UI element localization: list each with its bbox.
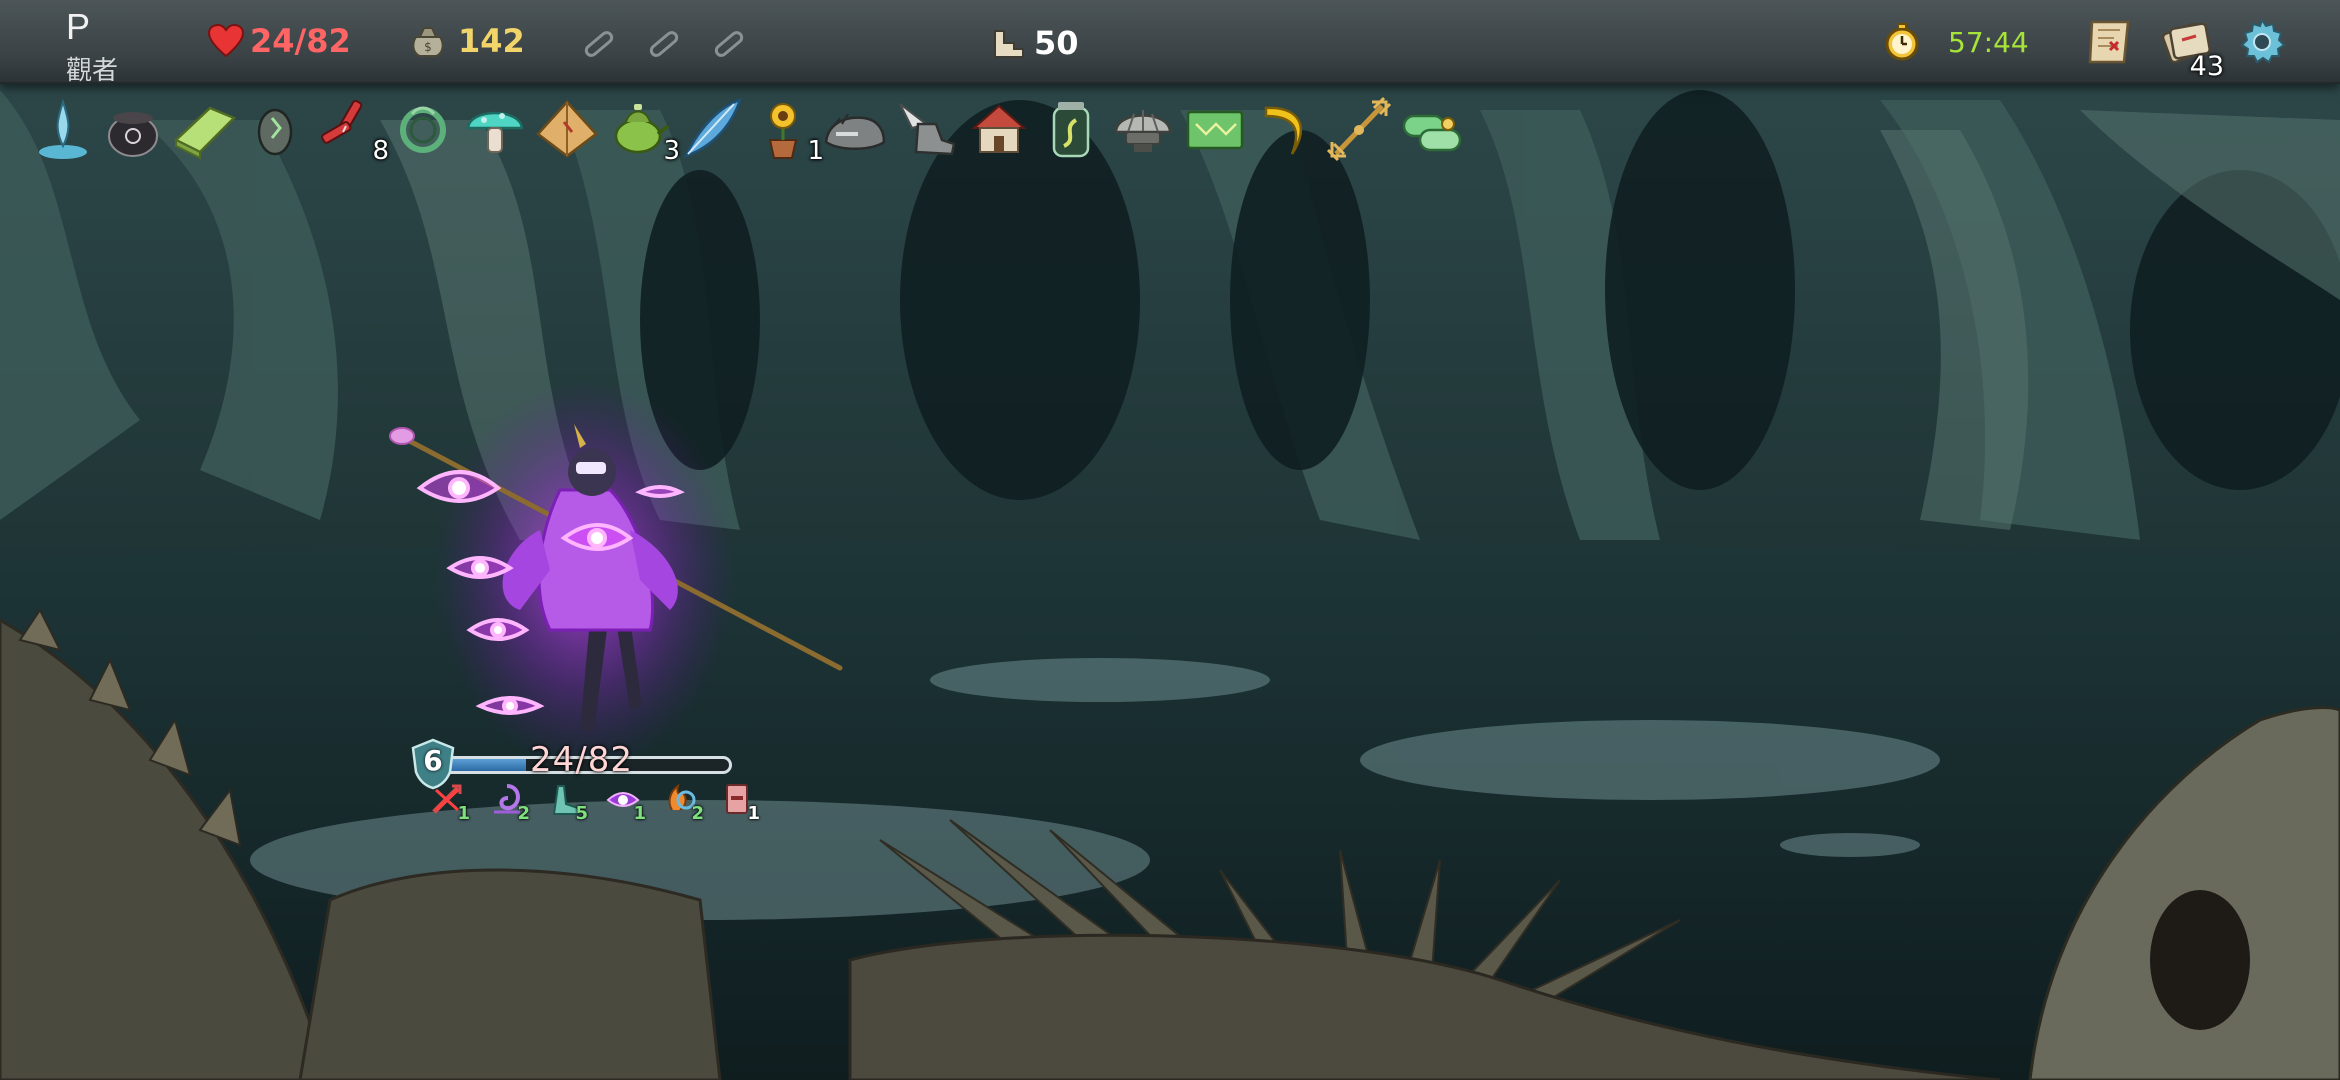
gold-display[interactable]: $ 142 bbox=[408, 22, 525, 60]
relic-1[interactable] bbox=[28, 94, 98, 164]
teal-mushroom-icon bbox=[466, 111, 524, 153]
pure-water-droplet-icon bbox=[39, 98, 87, 159]
top-status-bar: P 觀者 24/82 $ 142 50 57:44 43 bbox=[0, 0, 2340, 86]
relic-10[interactable] bbox=[676, 94, 746, 164]
svg-text:$: $ bbox=[424, 40, 432, 54]
buff-1[interactable]: 1 bbox=[430, 782, 470, 824]
settings-button[interactable] bbox=[2236, 16, 2288, 68]
stairs-icon bbox=[994, 30, 1024, 58]
hp-display[interactable]: 24/82 bbox=[208, 22, 351, 60]
black-cauldron-icon bbox=[108, 112, 158, 157]
empty-potion-slot-icon bbox=[649, 31, 679, 57]
green-card-icon bbox=[1186, 110, 1244, 150]
golden-banana-icon bbox=[1264, 106, 1303, 155]
relic-11[interactable]: 1 bbox=[748, 94, 824, 166]
potion-slot-1[interactable] bbox=[580, 26, 618, 62]
relic-13[interactable] bbox=[892, 94, 962, 164]
buff-4[interactable]: 1 bbox=[606, 782, 646, 824]
player-name: P bbox=[66, 6, 91, 47]
grey-winged-boot-icon bbox=[899, 103, 956, 156]
relic-17[interactable] bbox=[1180, 94, 1250, 164]
empty-potion-slot-icon bbox=[584, 31, 614, 57]
potion-slot-3[interactable] bbox=[710, 26, 748, 62]
player-character-class: 觀者 bbox=[66, 56, 119, 86]
relic-8[interactable] bbox=[532, 94, 602, 164]
map-button[interactable] bbox=[2084, 16, 2136, 68]
relic-6[interactable] bbox=[388, 94, 458, 164]
floor-display: 50 bbox=[992, 24, 1079, 62]
relic-16[interactable] bbox=[1108, 94, 1178, 164]
relic-12[interactable] bbox=[820, 94, 890, 164]
timer-icon bbox=[1885, 23, 1919, 61]
shell-cup-icon bbox=[1114, 110, 1172, 152]
empty-potion-slot-icon bbox=[714, 31, 744, 57]
relic-2[interactable] bbox=[98, 94, 168, 164]
deck-count: 43 bbox=[2189, 51, 2224, 82]
snake-jar-icon bbox=[1052, 102, 1090, 158]
buff-3[interactable]: 5 bbox=[548, 782, 588, 824]
relic-20[interactable] bbox=[1396, 94, 1466, 164]
relic-5[interactable]: 8 bbox=[313, 94, 389, 166]
settings-gear-icon bbox=[2240, 17, 2286, 64]
run-timer: 57:44 bbox=[1882, 22, 2029, 62]
buff-5[interactable]: 2 bbox=[664, 782, 704, 824]
potion-slot-2[interactable] bbox=[645, 26, 683, 62]
relic-14[interactable] bbox=[964, 94, 1034, 164]
relic-3[interactable] bbox=[170, 94, 240, 164]
golden-vajra-icon bbox=[1326, 96, 1392, 162]
green-wreath-icon bbox=[400, 106, 446, 153]
floor-number: 50 bbox=[1034, 24, 1079, 62]
deck-button[interactable]: 43 bbox=[2160, 14, 2224, 82]
blue-feather-icon bbox=[683, 98, 742, 159]
green-scroll-icon bbox=[1402, 114, 1462, 152]
relic-9[interactable]: 3 bbox=[604, 94, 680, 166]
buff-6[interactable]: 1 bbox=[720, 782, 760, 824]
grey-war-beast-icon bbox=[824, 113, 886, 150]
gold-pouch-icon: $ bbox=[412, 27, 444, 57]
watcher-character[interactable] bbox=[380, 410, 850, 770]
hp-value: 24/82 bbox=[250, 22, 351, 60]
pyramid-icon bbox=[536, 100, 598, 158]
heart-icon bbox=[208, 24, 244, 58]
relic-4[interactable] bbox=[240, 94, 310, 164]
block-value: 6 bbox=[423, 744, 443, 777]
timer-value: 57:44 bbox=[1948, 25, 2029, 59]
relic-18[interactable] bbox=[1252, 94, 1322, 164]
egg-icon bbox=[257, 108, 293, 156]
relic-19[interactable] bbox=[1324, 94, 1394, 164]
gold-value: 142 bbox=[458, 22, 525, 60]
buff-2[interactable]: 2 bbox=[490, 782, 530, 824]
relic-15[interactable] bbox=[1036, 94, 1106, 164]
character-hp-text: 24/82 bbox=[530, 740, 633, 780]
green-gold-bar-icon bbox=[173, 106, 237, 160]
relic-7[interactable] bbox=[460, 94, 530, 164]
map-icon bbox=[2088, 20, 2130, 64]
small-hut-icon bbox=[971, 104, 1027, 153]
